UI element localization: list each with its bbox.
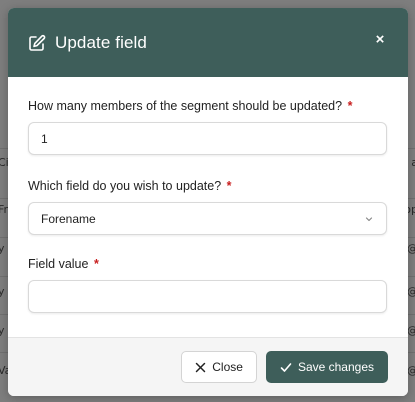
background-text-fragment: @: [407, 364, 415, 377]
modal-body: How many members of the segment should b…: [8, 77, 408, 313]
modal-title: Update field: [55, 32, 147, 52]
required-marker: *: [226, 179, 232, 193]
close-icon: [195, 362, 206, 373]
close-x-icon[interactable]: ×: [372, 32, 388, 48]
field-select-label: Which field do you wish to update? *: [28, 179, 232, 193]
members-count-field: How many members of the segment should b…: [28, 99, 388, 155]
background-text-fragment: a: [411, 156, 415, 169]
field-select-dropdown[interactable]: Forename: [28, 202, 387, 235]
close-button[interactable]: Close: [181, 351, 257, 383]
members-count-input[interactable]: [28, 122, 387, 155]
save-changes-label: Save changes: [297, 360, 374, 374]
check-icon: [280, 362, 292, 373]
required-marker: *: [93, 257, 99, 271]
field-value-field: Field value *: [28, 257, 388, 313]
background-text-fragment: @: [407, 324, 415, 337]
members-count-label: How many members of the segment should b…: [28, 99, 353, 113]
background-text-fragment: @: [407, 285, 415, 298]
modal-header: Update field ×: [8, 8, 408, 77]
update-field-modal: Update field × How many members of the s…: [8, 8, 408, 396]
field-value-input[interactable]: [28, 280, 387, 313]
field-select-value: Forename: [41, 211, 96, 226]
required-marker: *: [347, 99, 353, 113]
field-value-label: Field value *: [28, 257, 99, 271]
background-text-fragment: y: [0, 242, 5, 255]
background-text-fragment: @: [407, 242, 415, 255]
background-text-fragment: y: [0, 285, 5, 298]
close-button-label: Close: [212, 360, 243, 374]
modal-footer: Close Save changes: [8, 337, 408, 396]
chevron-down-icon: [364, 214, 374, 224]
save-changes-button[interactable]: Save changes: [265, 351, 388, 383]
edit-square-icon: [28, 34, 46, 52]
background-text-fragment: y: [0, 324, 5, 337]
field-select-field: Which field do you wish to update? * For…: [28, 179, 388, 235]
